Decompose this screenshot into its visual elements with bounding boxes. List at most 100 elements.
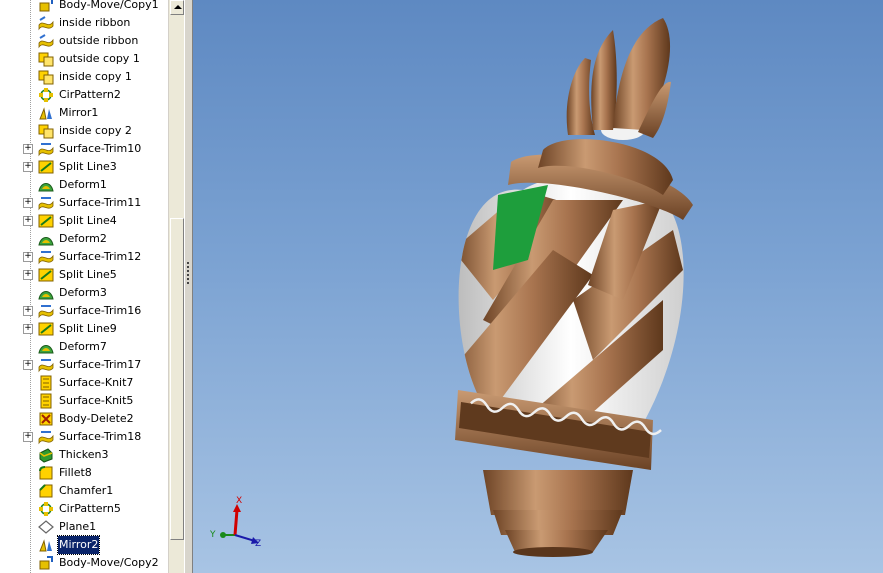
tree-item-label: Mirror1 (59, 106, 99, 119)
tree-item[interactable]: Surface-Knit5 (0, 392, 168, 410)
surface-knit-icon (40, 375, 52, 391)
axis-x-line (233, 509, 239, 536)
tree-item-label: CirPattern2 (59, 88, 121, 101)
tree-item[interactable]: Deform7 (0, 338, 168, 356)
deform-icon (38, 345, 54, 354)
tree-item[interactable]: Body-Delete2 (0, 410, 168, 428)
tree-item[interactable]: + Surface-Trim10 (0, 140, 168, 158)
copy-icon (38, 52, 54, 67)
tree-item-label: Chamfer1 (59, 484, 114, 497)
panel-splitter[interactable] (184, 0, 193, 573)
tree-item-label: CirPattern5 (59, 502, 121, 515)
tree-item-label: outside ribbon (59, 34, 139, 47)
tree-item[interactable]: Deform3 (0, 284, 168, 302)
tree-item[interactable]: + Surface-Trim11 (0, 194, 168, 212)
finial-model[interactable] (443, 18, 693, 557)
tree-item[interactable]: Plane1 (0, 518, 168, 536)
split-line-icon (38, 214, 54, 228)
split-line-icon (38, 322, 54, 336)
splitter-grip-icon[interactable] (187, 262, 192, 284)
scroll-up-button[interactable] (170, 0, 184, 15)
axis-x-label: X (236, 496, 242, 506)
scroll-thumb[interactable] (170, 218, 184, 540)
circular-pattern-icon (39, 502, 53, 516)
tree-item-label: Surface-Trim11 (59, 196, 142, 209)
base-tier-1 (483, 470, 633, 515)
deform-icon (38, 183, 54, 192)
tree-item[interactable]: Deform2 (0, 230, 168, 248)
graphics-viewport[interactable]: X Y Z (193, 0, 883, 573)
tree-item[interactable]: + Split Line3 (0, 158, 168, 176)
tree-item[interactable]: CirPattern2 (0, 86, 168, 104)
model-canvas[interactable]: X Y Z (193, 0, 883, 573)
tree-item[interactable]: Mirror2 (0, 535, 168, 555)
chamfer-icon (39, 484, 53, 498)
expand-toggle[interactable]: + (23, 144, 33, 154)
tree-item[interactable]: Body-Move/Copy1 (0, 0, 168, 14)
expand-toggle[interactable]: + (23, 198, 33, 208)
mirror-icon (39, 107, 52, 120)
tree-item-label: Surface-Knit5 (59, 394, 134, 407)
expand-toggle[interactable]: + (23, 360, 33, 370)
tree-item-label: Surface-Trim10 (59, 142, 142, 155)
tree-item[interactable]: outside copy 1 (0, 50, 168, 68)
tree-item-label: Surface-Trim17 (59, 358, 142, 371)
tree-item[interactable]: + Surface-Trim17 (0, 356, 168, 374)
plane-icon (38, 520, 54, 534)
tree-item[interactable]: + Split Line9 (0, 320, 168, 338)
body-delete-icon (39, 412, 53, 426)
tree-item[interactable]: Mirror1 (0, 104, 168, 122)
expand-toggle[interactable]: + (23, 432, 33, 442)
tree-item-label: Split Line4 (59, 214, 117, 227)
axis-z-line (234, 534, 256, 542)
expand-toggle[interactable]: + (23, 216, 33, 226)
expand-toggle[interactable]: + (23, 162, 33, 172)
axis-triad: X Y Z (209, 496, 261, 549)
tree-item[interactable]: Thicken3 (0, 446, 168, 464)
body-move-icon (39, 556, 53, 570)
tree-item[interactable]: Body-Move/Copy2 (0, 554, 168, 572)
tree-item[interactable]: + Surface-Trim12 (0, 248, 168, 266)
split-line-icon (38, 160, 54, 174)
tree-item-label: Body-Move/Copy2 (59, 556, 159, 569)
tree-item-label: inside ribbon (59, 16, 131, 29)
axis-z-label: Z (255, 539, 261, 549)
feature-manager-tree: Body-Move/Copy1 inside ribbon outside ribb… (0, 0, 168, 573)
tree-item-label: Surface-Trim18 (59, 430, 142, 443)
tree-item[interactable]: inside copy 1 (0, 68, 168, 86)
surface-trim-icon (38, 305, 54, 319)
tree-item[interactable]: + Surface-Trim18 (0, 428, 168, 446)
tree-item[interactable]: + Split Line4 (0, 212, 168, 230)
tree-item[interactable]: outside ribbon (0, 32, 168, 50)
surface-trim-icon (38, 431, 54, 445)
tree-scrollbar[interactable] (168, 0, 185, 573)
tree-item-label: Split Line5 (59, 268, 117, 281)
tree-item[interactable]: inside copy 2 (0, 122, 168, 140)
surface-knit-icon (40, 393, 52, 409)
tree-item-label: Deform3 (59, 286, 107, 299)
tree-item-label: Surface-Knit7 (59, 376, 134, 389)
tree-item-label: Split Line9 (59, 322, 117, 335)
tree-item-label: Plane1 (59, 520, 97, 533)
tree-item[interactable]: + Split Line5 (0, 266, 168, 284)
tree-item[interactable]: Surface-Knit7 (0, 374, 168, 392)
expand-toggle[interactable]: + (23, 270, 33, 280)
expand-toggle[interactable]: + (23, 306, 33, 316)
leaf-2 (591, 30, 617, 130)
tree-item[interactable]: Deform1 (0, 176, 168, 194)
expand-toggle[interactable]: + (23, 324, 33, 334)
leaf-1 (566, 58, 595, 135)
tree-item-label: Surface-Trim16 (59, 304, 142, 317)
body-move-icon (39, 0, 53, 12)
tree-item-label: outside copy 1 (59, 52, 140, 65)
tree-item[interactable]: Chamfer1 (0, 482, 168, 500)
surface-icon (38, 16, 54, 31)
tree-item-label: inside copy 1 (59, 70, 132, 83)
tree-item[interactable]: + Surface-Trim16 (0, 302, 168, 320)
tree-item[interactable]: CirPattern5 (0, 500, 168, 518)
deform-icon (38, 291, 54, 300)
tree-item-label: Deform2 (59, 232, 107, 245)
tree-item[interactable]: Fillet8 (0, 464, 168, 482)
tree-item[interactable]: inside ribbon (0, 14, 168, 32)
expand-toggle[interactable]: + (23, 252, 33, 262)
